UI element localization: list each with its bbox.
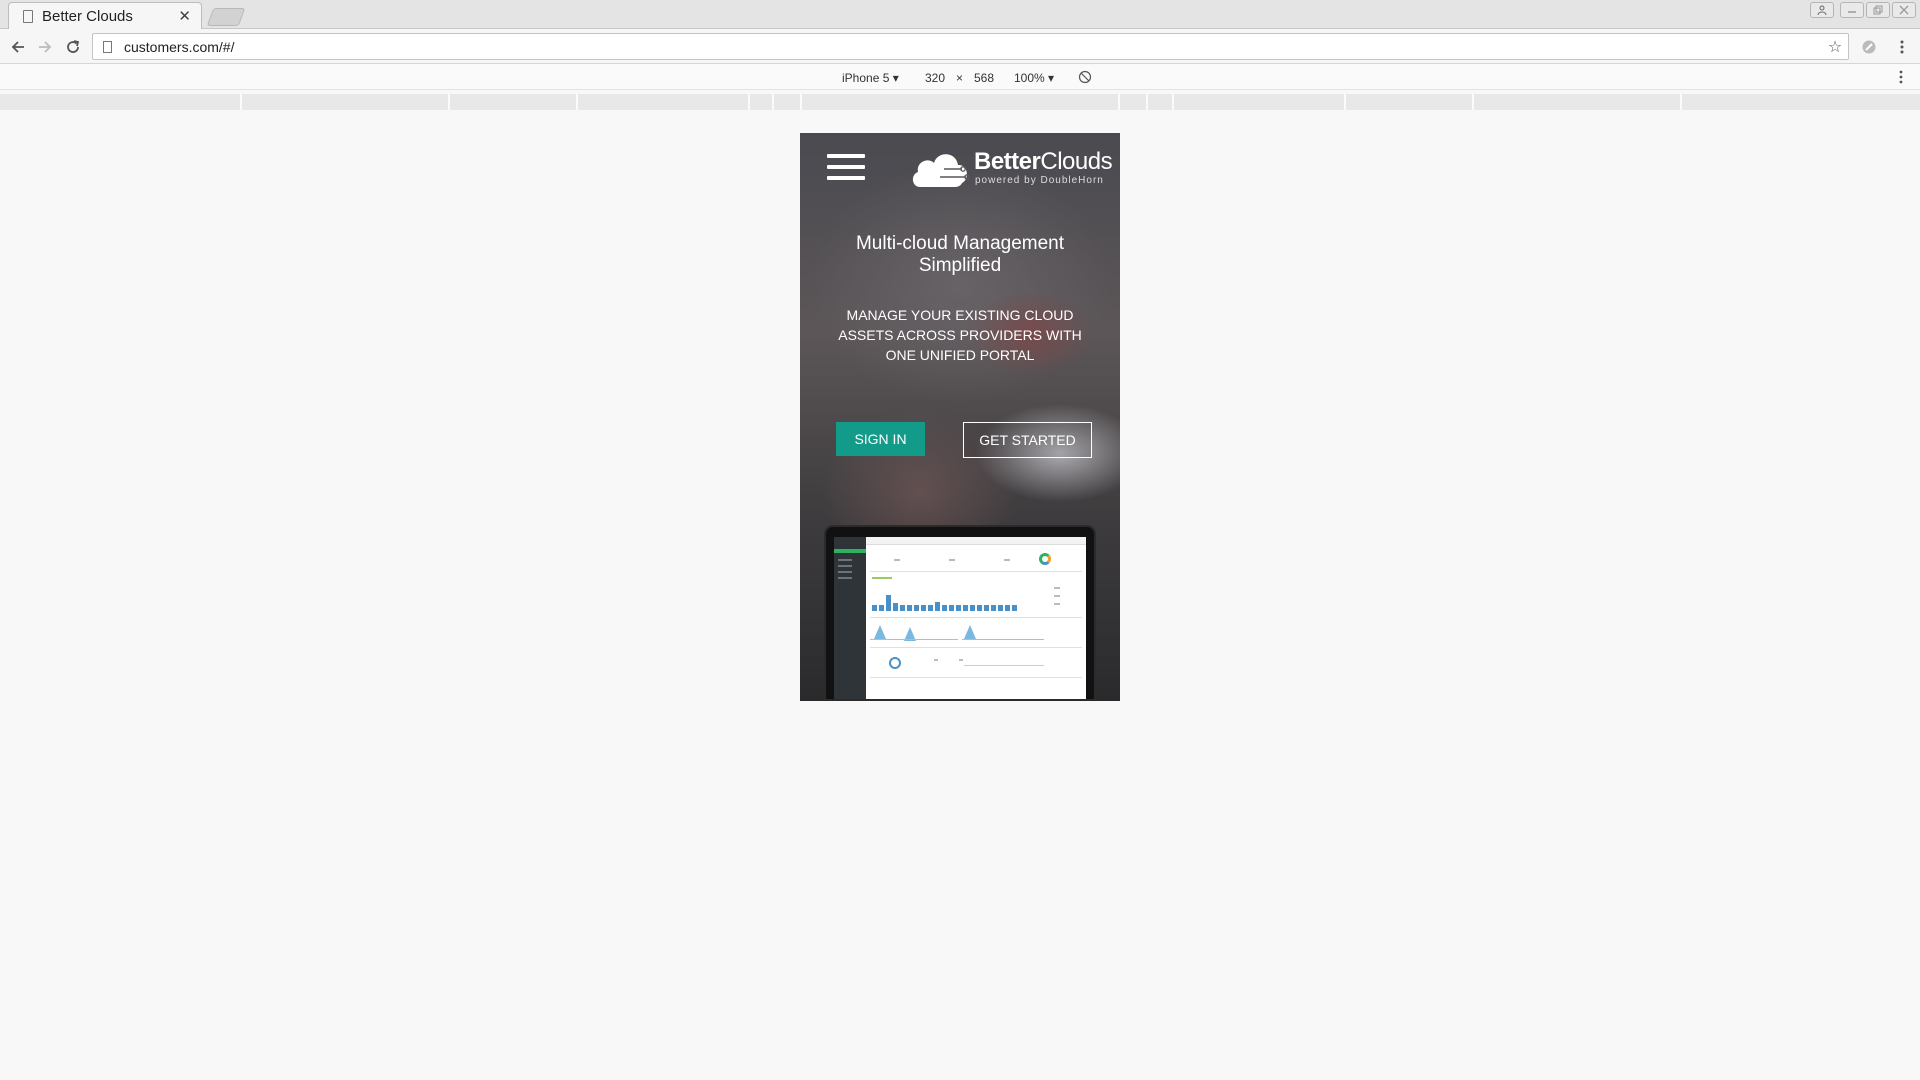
brand-tagline: powered by DoubleHorn: [975, 175, 1104, 186]
tab-strip: Better Clouds ✕: [0, 0, 1920, 30]
get-started-button[interactable]: GET STARTED: [963, 422, 1092, 458]
reload-icon[interactable]: [61, 35, 85, 59]
dashboard-screenshot-image: [824, 525, 1096, 701]
media-segment[interactable]: [1344, 94, 1346, 110]
extension-icon[interactable]: [1857, 35, 1881, 59]
close-window-icon[interactable]: [1892, 2, 1916, 18]
menu-dots-icon[interactable]: [1890, 35, 1914, 59]
cloud-logo-icon: [912, 154, 970, 187]
sign-in-button[interactable]: SIGN IN: [836, 422, 925, 456]
media-segment[interactable]: [748, 94, 750, 110]
media-segment[interactable]: [772, 94, 774, 110]
device-toolbar: iPhone 5 ▾ 320 × 568 100% ▾: [0, 65, 1920, 90]
viewport-width[interactable]: 320: [925, 71, 945, 85]
brand-name: BetterClouds: [974, 148, 1113, 175]
browser-tab[interactable]: Better Clouds ✕: [8, 2, 202, 30]
hero-subheading: MANAGE YOUR EXISTING CLOUD ASSETS ACROSS…: [838, 307, 1082, 363]
hamburger-menu-icon[interactable]: [827, 154, 865, 180]
new-tab-button[interactable]: [206, 8, 246, 26]
document-icon: [23, 10, 33, 23]
media-segment[interactable]: [1118, 94, 1120, 110]
browser-toolbar: customers.com/#/ ☆: [0, 29, 1920, 64]
close-tab-icon[interactable]: ✕: [178, 9, 191, 24]
media-segment[interactable]: [240, 94, 242, 110]
address-bar[interactable]: customers.com/#/ ☆: [92, 33, 1849, 60]
media-query-bar: [0, 94, 1920, 110]
minimize-icon[interactable]: [1840, 2, 1864, 18]
media-segment[interactable]: [800, 94, 802, 110]
media-segment[interactable]: [576, 94, 578, 110]
url-text: customers.com/#/: [124, 38, 235, 55]
page-icon: [103, 40, 112, 53]
media-segment[interactable]: [1146, 94, 1148, 110]
hero-headline: Multi-cloud Management Simplified: [855, 233, 1065, 276]
media-segment[interactable]: [1472, 94, 1474, 110]
bookmark-star-icon[interactable]: ☆: [1822, 37, 1848, 57]
zoom-select[interactable]: 100% ▾: [1014, 71, 1054, 85]
viewport-height[interactable]: 568: [974, 71, 994, 85]
device-select[interactable]: iPhone 5 ▾: [842, 71, 899, 85]
dimension-separator: ×: [956, 71, 964, 85]
device-menu-icon[interactable]: [1899, 70, 1903, 87]
device-viewport: BetterClouds powered by DoubleHorn Multi…: [800, 133, 1120, 701]
media-segment[interactable]: [448, 94, 450, 110]
logo[interactable]: BetterClouds powered by DoubleHorn: [910, 145, 1113, 195]
profile-icon[interactable]: [1810, 2, 1834, 18]
back-icon[interactable]: [6, 35, 30, 59]
media-segment[interactable]: [1172, 94, 1174, 110]
forward-icon[interactable]: [33, 35, 57, 59]
media-segment[interactable]: [1680, 94, 1682, 110]
restore-icon[interactable]: [1866, 2, 1890, 18]
rotate-icon[interactable]: [1078, 70, 1092, 87]
tab-title: Better Clouds: [42, 8, 133, 25]
